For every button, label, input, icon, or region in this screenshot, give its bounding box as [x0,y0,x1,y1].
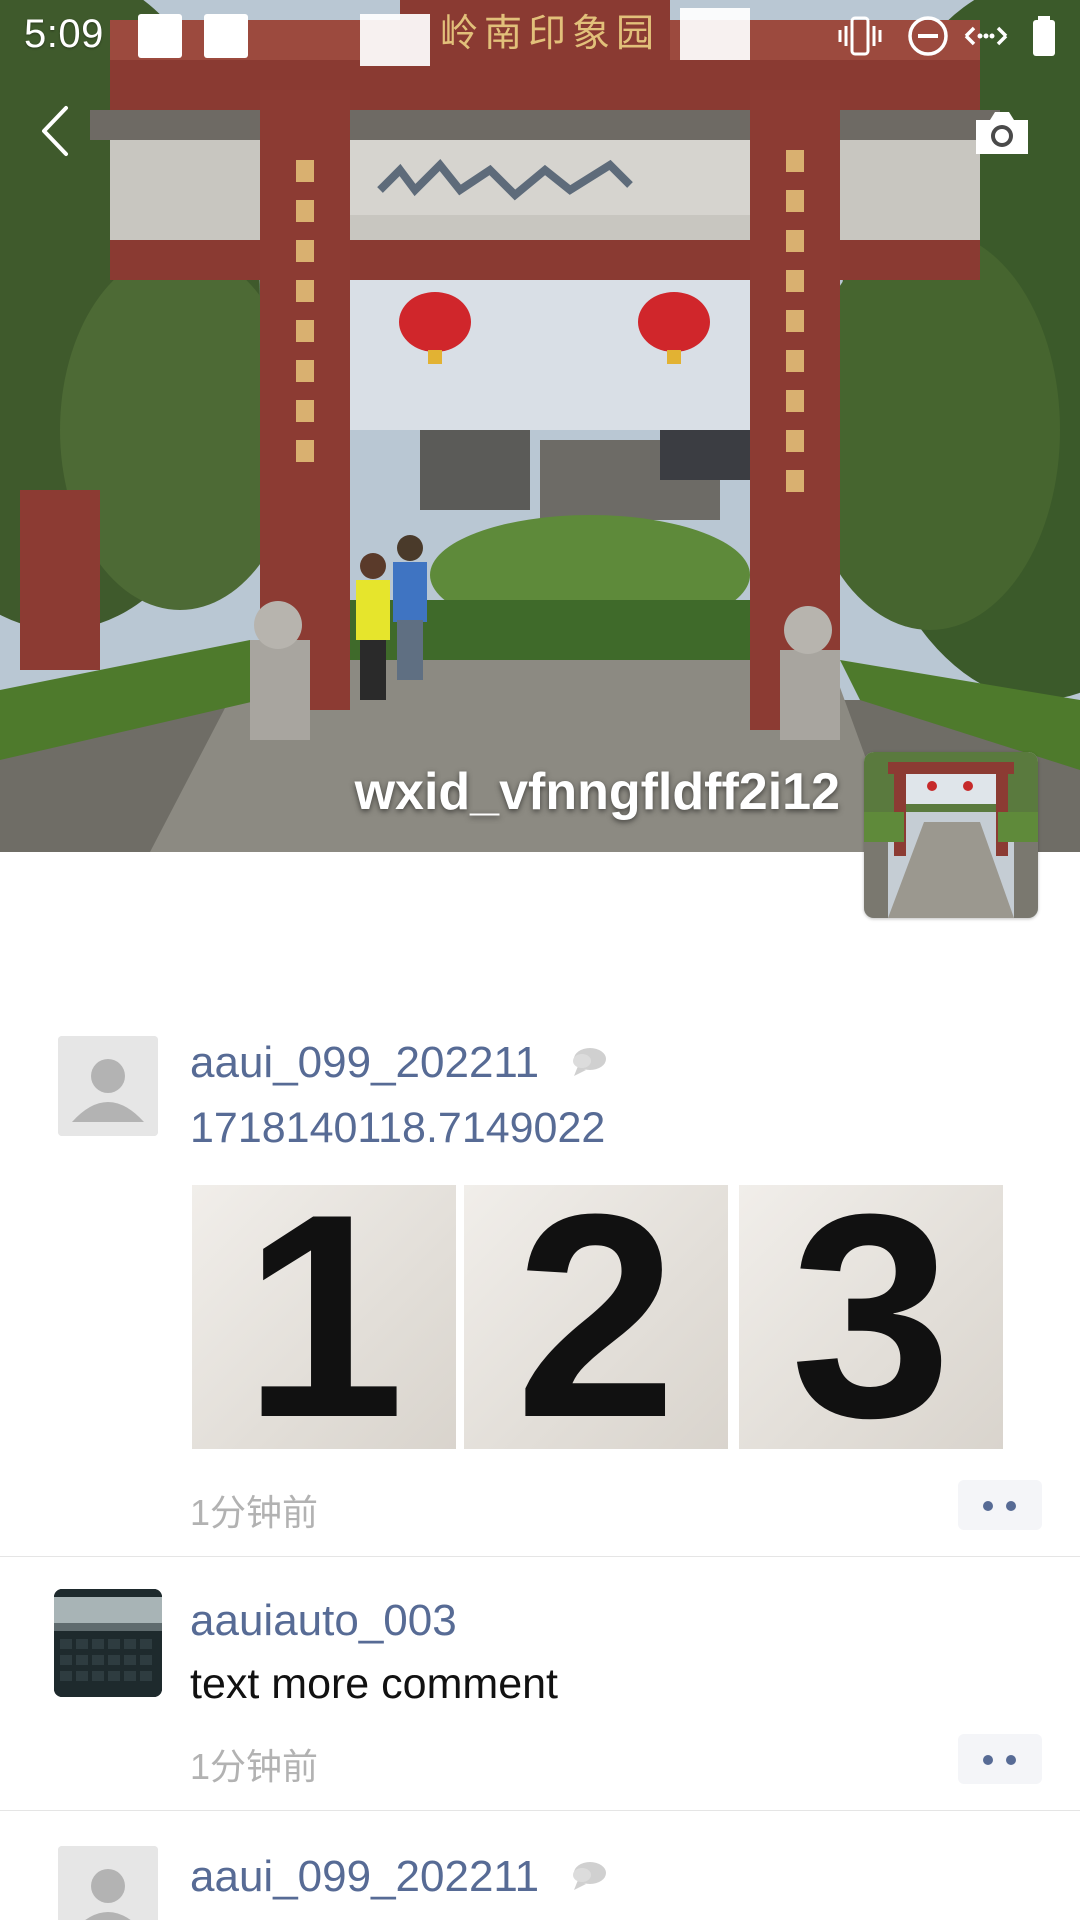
avatar[interactable] [54,1589,162,1697]
comment-bubble-icon [573,1048,606,1076]
keyboard-avatar-image [54,1589,162,1697]
chevron-left-icon [42,106,68,156]
more-actions-button[interactable] [958,1480,1042,1530]
dot-icon [983,1755,993,1765]
divider [0,1556,1080,1557]
grid-image[interactable]: 1 [192,1185,456,1449]
cover-photo-illustration [0,0,1080,852]
status-bar: 5:09 [0,0,1080,72]
notification-icon [138,14,182,58]
camera-icon [976,112,1028,154]
post-username[interactable]: aaui_099_202211 [190,1038,539,1088]
grid-image-label: 2 [515,1185,677,1449]
do-not-disturb-icon [908,16,948,56]
profile-avatar-image [864,752,1038,918]
back-button[interactable] [28,96,88,166]
grid-image-label: 1 [243,1185,405,1449]
post-username[interactable]: aauiauto_003 [190,1596,457,1646]
battery-icon [1033,16,1055,56]
camera-button[interactable] [970,100,1034,164]
vibrate-icon [838,16,882,56]
grid-image[interactable]: 2 [464,1185,728,1449]
comment-bubble-icon [573,1862,606,1890]
data-transfer-icon [964,26,1008,46]
post-timestamp: 1分钟前 [190,1746,319,1787]
profile-avatar[interactable] [864,752,1038,918]
default-avatar-icon [58,1846,158,1920]
image-grid: 1 2 3 [192,1185,1008,1449]
avatar[interactable] [58,1846,158,1920]
grid-image-label: 3 [790,1185,952,1449]
notification-icon [204,14,248,58]
default-avatar-icon [58,1036,158,1136]
status-time: 5:09 [24,12,104,56]
more-actions-button[interactable] [958,1734,1042,1784]
post-timestamp: 1分钟前 [190,1492,319,1533]
post-username[interactable]: aaui_099_202211 [190,1852,539,1902]
post-text: text more comment [190,1660,558,1708]
avatar[interactable] [58,1036,158,1136]
divider [0,1810,1080,1811]
dot-icon [1006,1755,1016,1765]
dot-icon [1006,1501,1016,1511]
cover-photo[interactable]: 岭南印象园 [0,0,1080,852]
grid-image[interactable]: 3 [739,1185,1003,1449]
profile-name: wxid_vfnngfldff2i12 [354,763,840,821]
dot-icon [983,1501,993,1511]
post-text: 1718140118.7149022 [190,1104,606,1152]
